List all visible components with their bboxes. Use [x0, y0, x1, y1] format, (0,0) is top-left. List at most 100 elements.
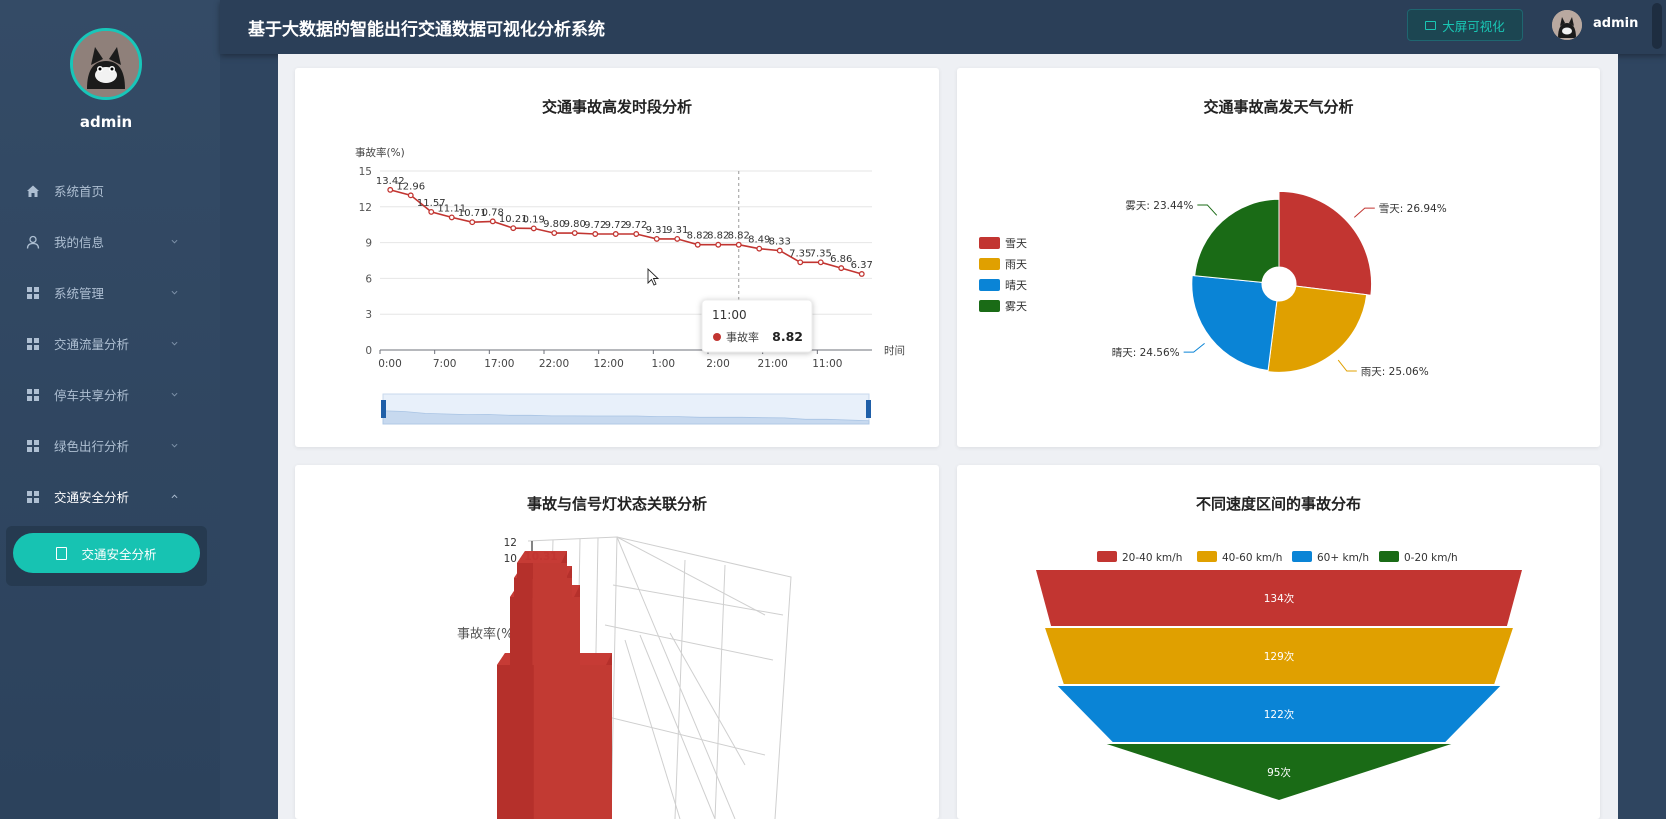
legend-label: 晴天	[1005, 279, 1027, 292]
chevron-down-icon	[171, 392, 178, 397]
document-icon	[56, 546, 68, 560]
sidebar-item-label: 绿色出行分析	[54, 439, 130, 454]
data-label: 9.80	[543, 219, 565, 230]
app-title: 基于大数据的智能出行交通数据可视化分析系统	[248, 20, 605, 40]
funnel-chart[interactable]: 20-40 km/h 40-60 km/h 60+ km/h 0-20 km/h 134…	[957, 465, 1600, 819]
scrollbar-thumb[interactable]	[1652, 3, 1662, 49]
pie-slice	[1278, 190, 1373, 296]
cat-avatar-icon	[1552, 10, 1582, 40]
data-point	[407, 192, 414, 199]
data-label: 9.31	[646, 225, 668, 236]
data-point	[694, 241, 701, 248]
grid-line	[612, 584, 784, 616]
data-point	[838, 265, 845, 272]
y-tick-label: 15	[359, 166, 372, 178]
data-point	[448, 214, 455, 221]
sidebar-item-traffic-flow[interactable]: 交通流量分析	[0, 318, 212, 369]
legend-swatch	[1379, 551, 1399, 562]
bar3d-chart[interactable]: 12 10 事故率(%) 10.31	[295, 465, 939, 819]
chevron-down-icon	[171, 239, 178, 244]
pie-slice	[1194, 198, 1280, 283]
x-tick-label: 17:00	[484, 358, 514, 370]
user-avatar[interactable]	[70, 28, 142, 100]
legend-label: 20-40 km/h	[1122, 552, 1182, 564]
submenu-item-traffic-safety-analysis[interactable]: 交通安全分析	[13, 533, 200, 573]
bar-side	[533, 665, 612, 819]
legend-swatch	[979, 300, 1000, 312]
sidebar-item-label: 交通安全分析	[54, 490, 130, 505]
data-point	[756, 245, 763, 252]
y-tick-label: 12	[359, 202, 372, 214]
home-icon	[27, 185, 39, 197]
data-point	[530, 225, 537, 232]
data-point	[653, 235, 660, 242]
chevron-up-icon	[171, 494, 178, 499]
pie-chart[interactable]: 雪天雨天晴天雾天 雪天: 26.94% 雨天: 25.06% 晴天: 24.56% 雾天…	[957, 68, 1600, 447]
grid-icon	[27, 490, 39, 503]
label-line	[1353, 207, 1375, 218]
data-label: 9.80	[564, 219, 586, 230]
z-tick-label: 10	[504, 553, 517, 565]
sidebar-username: admin	[79, 113, 133, 131]
sidebar-item-label: 我的信息	[54, 235, 105, 250]
chevron-down-icon	[171, 290, 178, 295]
sidebar-item-system-management[interactable]: 系统管理	[0, 267, 212, 318]
z-tick-label: 12	[504, 537, 517, 549]
sidebar-item-home[interactable]: 系统首页	[0, 165, 212, 216]
bar-value-label: 10.31	[524, 551, 557, 563]
data-point	[797, 259, 804, 266]
bar-side	[532, 597, 580, 665]
slice-label: 雾天: 23.44%	[1125, 200, 1193, 212]
data-point	[387, 186, 394, 193]
data-label: 0.19	[523, 214, 545, 225]
header-avatar[interactable]	[1552, 10, 1582, 40]
x-tick-label: 11:00	[812, 358, 842, 370]
header-username[interactable]: admin	[1593, 16, 1638, 31]
card-speed-distribution: 不同速度区间的事故分布 20-40 km/h 40-60 km/h 60+ km/h…	[957, 465, 1600, 819]
mouse-cursor-icon	[647, 267, 660, 286]
legend-label: 雨天	[1005, 258, 1027, 271]
grid-line	[674, 559, 686, 819]
sidebar-item-parking-share[interactable]: 停车共享分析	[0, 369, 212, 420]
x-tick-label: 12:00	[594, 358, 624, 370]
tooltip-value: 8.82	[772, 329, 803, 344]
sidebar-item-my-info[interactable]: 我的信息	[0, 216, 212, 267]
grid-icon	[27, 337, 39, 350]
y-tick-label: 6	[365, 273, 372, 285]
sidebar-item-traffic-safety[interactable]: 交通安全分析	[0, 471, 212, 522]
y-axis-label: 事故率(%)	[355, 146, 405, 159]
data-point	[489, 218, 496, 225]
scrollbar[interactable]	[1648, 0, 1666, 54]
grid-line	[599, 714, 766, 756]
x-tick-label: 2:00	[706, 358, 730, 370]
y-tick-label: 3	[365, 309, 372, 321]
legend-swatch	[979, 279, 1000, 291]
legend-swatch	[1292, 551, 1312, 562]
data-point	[633, 231, 640, 237]
grid-line	[604, 624, 774, 661]
data-label: 8.33	[769, 237, 791, 248]
datazoom-handle-right	[866, 400, 871, 418]
data-label: 9.31	[666, 225, 688, 236]
data-label: 7.35	[789, 248, 811, 259]
x-tick-label: 22:00	[539, 358, 569, 370]
tooltip-marker	[713, 333, 721, 341]
data-point	[612, 231, 619, 237]
submenu-item-label: 交通安全分析	[81, 546, 157, 562]
bigscreen-button[interactable]: 大屏可视化	[1407, 9, 1523, 41]
funnel-label: 95次	[1267, 766, 1291, 779]
submenu: 交通安全分析	[6, 526, 207, 586]
slice-label: 雪天: 26.94%	[1379, 203, 1447, 215]
data-label: 6.37	[851, 260, 873, 271]
grid-icon	[27, 388, 39, 401]
legend-swatch	[1197, 551, 1217, 562]
legend-label: 40-60 km/h	[1222, 552, 1282, 564]
label-line	[1197, 204, 1218, 216]
funnel-label: 134次	[1264, 592, 1295, 605]
data-point	[735, 241, 742, 248]
sidebar-item-green-travel[interactable]: 绿色出行分析	[0, 420, 212, 471]
x-tick-label: 0:00	[378, 358, 402, 370]
data-point	[817, 259, 824, 266]
sidebar-item-label: 停车共享分析	[54, 388, 130, 403]
line-chart[interactable]: 0 3 6 9 12 15 事故率(%) 时间 0:00 7:00 17:00 22:00 12:00 1…	[295, 68, 939, 447]
